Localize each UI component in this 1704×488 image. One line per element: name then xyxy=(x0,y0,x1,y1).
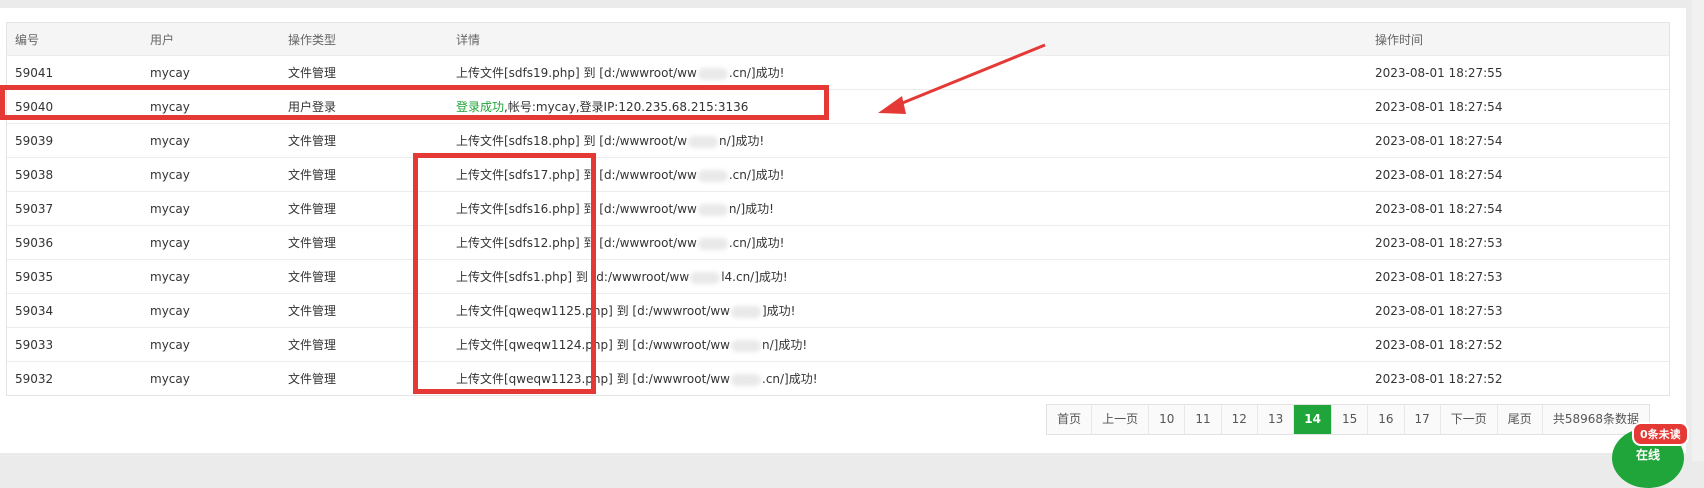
cell-time: 2023-08-01 18:27:54 xyxy=(1367,89,1669,124)
pager-first-button[interactable]: 首页 xyxy=(1047,405,1092,434)
pager-page-11[interactable]: 11 xyxy=(1184,405,1221,434)
cell-user: mycay xyxy=(142,259,280,294)
header-id[interactable]: 编号 xyxy=(7,23,142,56)
pager-page-17[interactable]: 17 xyxy=(1403,405,1440,434)
cell-id: 59036 xyxy=(7,225,142,260)
redaction-mark xyxy=(690,271,721,284)
detail-text-end: .cn/]成功! xyxy=(728,168,785,182)
cell-id: 59034 xyxy=(7,293,142,328)
redaction-mark xyxy=(697,169,728,182)
detail-text: 上传文件[sdfs18.php] 到 [d:/wwwroot/w xyxy=(456,134,688,148)
table-header-row: 编号 用户 操作类型 详情 操作时间 xyxy=(7,23,1669,56)
cell-id: 59033 xyxy=(7,327,142,362)
redaction-mark xyxy=(697,203,728,216)
table-row[interactable]: 59034 mycay 文件管理 上传文件[qweqw1125.php] 到 [… xyxy=(7,293,1669,328)
detail-text-end: n/]成功! xyxy=(719,134,765,148)
table-row[interactable]: 59036 mycay 文件管理 上传文件[sdfs12.php] 到 [d:/… xyxy=(7,225,1669,260)
pager-next-button[interactable]: 下一页 xyxy=(1439,405,1497,434)
pager-page-10[interactable]: 10 xyxy=(1148,405,1185,434)
detail-text-end: .cn/]成功! xyxy=(728,236,785,250)
cell-time: 2023-08-01 18:27:55 xyxy=(1367,55,1669,90)
detail-text: 上传文件[sdfs19.php] 到 [d:/wwwroot/ww xyxy=(456,66,697,80)
redaction-mark xyxy=(731,305,761,318)
pager-page-15[interactable]: 15 xyxy=(1330,405,1368,434)
redaction-mark xyxy=(731,339,761,352)
pager-prev-button[interactable]: 上一页 xyxy=(1091,405,1149,434)
annotation-box-login-row xyxy=(0,85,829,120)
header-detail[interactable]: 详情 xyxy=(448,23,1367,56)
detail-text-end: n/]成功! xyxy=(728,202,774,216)
annotation-box-upload-column xyxy=(413,153,596,394)
table-row[interactable]: 59032 mycay 文件管理 上传文件[qweqw1123.php] 到 [… xyxy=(7,362,1669,396)
detail-text-end: n/]成功! xyxy=(762,338,808,352)
page-scrollbar[interactable] xyxy=(1692,0,1704,461)
table-row[interactable]: 59038 mycay 文件管理 上传文件[sdfs17.php] 到 [d:/… xyxy=(7,157,1669,192)
cell-time: 2023-08-01 18:27:52 xyxy=(1375,371,1503,386)
cell-time: 2023-08-01 18:27:54 xyxy=(1367,123,1669,158)
cell-id: 59037 xyxy=(7,191,142,226)
redaction-mark xyxy=(731,373,761,386)
cell-id: 59032 xyxy=(15,371,54,386)
cell-id: 59035 xyxy=(7,259,142,294)
table-row[interactable]: 59039 mycay 文件管理 上传文件[sdfs18.php] 到 [d:/… xyxy=(7,123,1669,158)
detail-text-end: .cn/]成功! xyxy=(762,372,818,386)
unread-badge: 0条未读 xyxy=(1632,422,1689,446)
detail-text-end: .cn/]成功! xyxy=(728,66,785,80)
table-row[interactable]: 59037 mycay 文件管理 上传文件[sdfs16.php] 到 [d:/… xyxy=(7,191,1669,226)
cell-time: 2023-08-01 18:27:54 xyxy=(1367,157,1669,192)
redaction-mark xyxy=(697,237,728,250)
operation-log-table: 编号 用户 操作类型 详情 操作时间 59041 mycay 文件管理 上传文件… xyxy=(6,22,1670,396)
detail-text-end: l4.cn/]成功! xyxy=(721,270,788,284)
cell-user: mycay xyxy=(142,157,280,192)
cell-time: 2023-08-01 18:27:53 xyxy=(1367,259,1669,294)
header-type[interactable]: 操作类型 xyxy=(280,23,448,56)
pager-page-current[interactable]: 14 xyxy=(1293,405,1331,434)
cell-time: 2023-08-01 18:27:53 xyxy=(1367,293,1669,328)
pager-page-12[interactable]: 12 xyxy=(1220,405,1257,434)
table-row[interactable]: 59035 mycay 文件管理 上传文件[sdfs1.php] 到 [d:/w… xyxy=(7,259,1669,294)
header-time[interactable]: 操作时间 xyxy=(1367,23,1669,56)
cell-time: 2023-08-01 18:27:54 xyxy=(1367,191,1669,226)
cell-user: mycay xyxy=(142,123,280,158)
cell-user: mycay xyxy=(142,225,280,260)
pager-last-button[interactable]: 尾页 xyxy=(1496,405,1542,434)
cell-user: mycay xyxy=(142,293,280,328)
cell-user: mycay xyxy=(150,371,190,386)
cell-user: mycay xyxy=(142,327,280,362)
cell-user: mycay xyxy=(142,191,280,226)
cell-id: 59038 xyxy=(7,157,142,192)
table-row[interactable]: 59033 mycay 文件管理 上传文件[qweqw1124.php] 到 [… xyxy=(7,327,1669,362)
cell-id: 59039 xyxy=(7,123,142,158)
header-user[interactable]: 用户 xyxy=(142,23,280,56)
redaction-mark xyxy=(688,135,719,148)
pager-page-16[interactable]: 16 xyxy=(1367,405,1404,434)
detail-text-end: ]成功! xyxy=(762,304,796,318)
cell-time: 2023-08-01 18:27:52 xyxy=(1367,327,1669,362)
pager-page-13[interactable]: 13 xyxy=(1256,405,1294,434)
log-panel: 编号 用户 操作类型 详情 操作时间 59041 mycay 文件管理 上传文件… xyxy=(0,8,1686,453)
cell-time: 2023-08-01 18:27:53 xyxy=(1367,225,1669,260)
pagination: 首页 上一页 10 11 12 13 14 15 16 17 下一页 尾页 共5… xyxy=(1046,404,1650,435)
redaction-mark xyxy=(697,67,728,80)
